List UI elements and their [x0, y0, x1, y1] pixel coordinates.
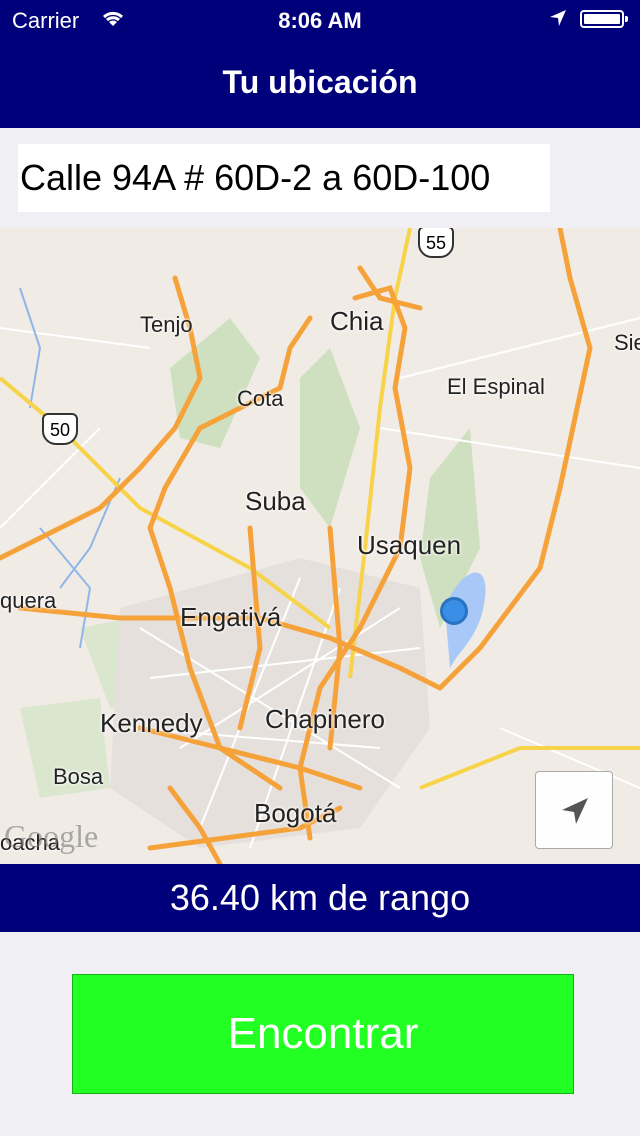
find-button[interactable]: Encontrar [72, 974, 574, 1094]
status-bar: Carrier 8:06 AM [0, 0, 640, 40]
map-label-el-espinal: El Espinal [447, 374, 545, 399]
address-row: Calle 94A # 60D-2 a 60D-100 [0, 128, 640, 228]
status-time: 8:06 AM [278, 8, 362, 33]
address-field[interactable]: Calle 94A # 60D-2 a 60D-100 [18, 144, 550, 212]
map-view[interactable]: 55 50 Tenjo Chia Sie Cota El Espinal Sub… [0, 228, 640, 864]
my-location-button[interactable] [535, 771, 613, 849]
map-label-chia: Chia [330, 306, 384, 336]
map-label-bosa: Bosa [53, 764, 104, 789]
map-label-chapinero: Chapinero [265, 704, 385, 734]
map-label-cota: Cota [237, 386, 284, 411]
map-label-engativa: Engativá [180, 602, 282, 632]
map-label-quera: quera [0, 588, 57, 613]
page-title: Tu ubicación [222, 64, 418, 100]
navigation-bar: Carrier 8:06 AM Tu ubicación [0, 0, 640, 128]
route-55-shield: 55 [418, 228, 454, 258]
google-watermark: Google [4, 818, 99, 854]
current-location-dot [440, 597, 468, 625]
map-label-kennedy: Kennedy [100, 708, 203, 738]
location-services-icon [548, 8, 568, 34]
route-50-shield: 50 [42, 413, 78, 445]
map-label-usaquen: Usaquen [357, 530, 462, 560]
map-label-tenjo: Tenjo [140, 312, 193, 337]
battery-icon [580, 10, 628, 28]
navigation-arrow-icon [562, 798, 588, 824]
range-label: 36.40 km de rango [0, 864, 640, 932]
map-label-bogota: Bogotá [254, 798, 337, 828]
map-label-sie: Sie [614, 330, 640, 355]
map-label-suba: Suba [245, 486, 306, 516]
